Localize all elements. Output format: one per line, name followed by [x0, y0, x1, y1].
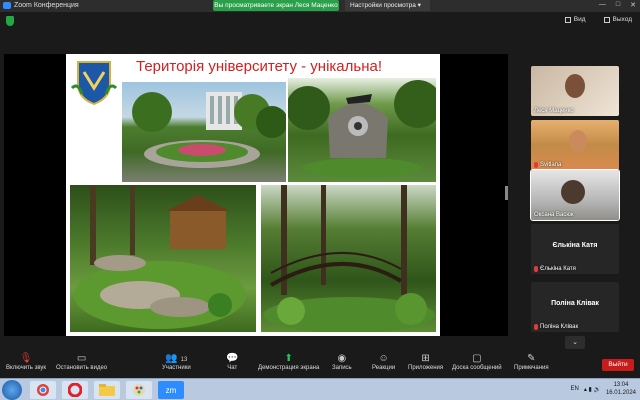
participant-tile[interactable]: Леся Маценко — [531, 66, 619, 116]
apps-icon: ⊞ — [421, 353, 430, 364]
video-label: Остановить видео — [56, 365, 108, 371]
whiteboard-button[interactable]: ▢ Доска сообщений — [452, 353, 502, 371]
share-screen-button[interactable]: ⬆ Демонстрация экрана — [258, 353, 319, 371]
view-options-button[interactable]: Настройки просмотра ▾ — [345, 0, 430, 11]
whiteboard-label: Доска сообщений — [452, 365, 502, 371]
participants-panel: Леся Маценко Svitlana Оксана Васюк Єлькі… — [525, 54, 629, 350]
notes-icon: ✎ — [527, 353, 536, 364]
university-crest-icon — [70, 61, 118, 106]
zoom-logo-icon — [3, 2, 11, 9]
share-screen-label: Демонстрация экрана — [258, 365, 320, 371]
reactions-icon: ☺ — [378, 353, 389, 364]
fullscreen-icon — [603, 16, 610, 23]
start-button-icon[interactable] — [2, 380, 22, 400]
close-button[interactable]: ✕ — [630, 1, 636, 9]
participant-tile[interactable]: Svitlana — [531, 120, 619, 170]
meeting-toolbar: 🎙 Включить звук ▭ Остановить видео 👥 13 Уча… — [0, 350, 640, 378]
apps-label: Приложения — [408, 365, 444, 371]
title-bar: Zoom Конференция Вы просматриваете экран… — [0, 0, 640, 12]
participant-video — [565, 74, 585, 98]
share-banner[interactable]: Вы просматриваете экран Леся Маценко — [213, 0, 339, 11]
chat-icon: 💬 — [226, 353, 239, 364]
window-controls: — □ ✕ — [599, 1, 636, 9]
participants-label: Участники — [162, 365, 191, 371]
record-icon: ◉ — [337, 353, 347, 364]
participants-count: 13 — [180, 357, 188, 363]
unmute-button[interactable]: 🎙 Включить звук — [6, 353, 46, 371]
mic-off-icon: 🎙 — [19, 353, 33, 364]
slide-title: Територія університету - унікальна! — [136, 58, 382, 75]
clock-date: 16.01.2024 — [605, 390, 636, 396]
participant-video — [561, 180, 585, 204]
participant-name: Леся Маценко — [534, 108, 574, 114]
view-options-label: Настройки просмотра — [350, 2, 416, 9]
participant-display-name: Єлькіна Катя — [552, 242, 598, 249]
exit-fullscreen-button[interactable]: Выход — [603, 16, 632, 23]
minimize-button[interactable]: — — [599, 1, 606, 9]
notes-button[interactable]: ✎ Примечания — [514, 353, 549, 371]
tray-icons: ▴ ▮ 🔊 — [583, 386, 601, 393]
apps-button[interactable]: ⊞ Приложения — [408, 353, 443, 371]
view-label: Вид — [573, 16, 586, 23]
participant-display-name: Поліна Клівак — [551, 300, 599, 307]
photo-park-bridge — [261, 185, 436, 332]
view-controls: Вид Выход — [564, 16, 632, 23]
system-tray: EN ▴ ▮ 🔊 13:04 16.01.2024 — [571, 381, 637, 397]
unmute-label: Включить звук — [6, 365, 47, 371]
paint-icon[interactable] — [126, 381, 152, 399]
panel-resize-handle[interactable] — [505, 186, 508, 200]
video-button[interactable]: ▭ Остановить видео — [56, 353, 107, 371]
end-meeting-button[interactable]: Выйти — [602, 359, 634, 371]
whiteboard-icon: ▢ — [472, 353, 482, 364]
windows-taskbar: zm EN ▴ ▮ 🔊 13:04 16.01.2024 — [0, 378, 640, 400]
share-screen-icon: ⬆ — [284, 353, 293, 364]
meeting-topbar: Вид Выход — [0, 12, 640, 30]
participant-tile[interactable]: Оксана Васюк — [530, 169, 620, 221]
reactions-button[interactable]: ☺ Реакции — [372, 353, 395, 371]
participant-tile[interactable]: Поліна Клівак Поліна Клівак — [531, 282, 619, 332]
participant-name: Svitlana — [534, 162, 561, 168]
chevron-down-icon[interactable]: ⌄ — [565, 336, 585, 349]
muted-mic-icon — [534, 324, 538, 330]
grid-icon — [564, 16, 571, 23]
shield-icon[interactable] — [6, 16, 14, 26]
reactions-label: Реакции — [372, 365, 396, 371]
opera-icon[interactable] — [62, 381, 88, 399]
record-label: Запись — [332, 365, 352, 371]
maximize-button[interactable]: □ — [616, 1, 620, 9]
chat-label: Чат — [227, 365, 238, 371]
participant-name: Оксана Васюк — [534, 212, 574, 218]
zoom-taskbar-label: zm — [165, 385, 177, 395]
presentation-slide: Територія університету - унікальна! — [66, 54, 440, 336]
participants-button[interactable]: 👥 13 Участники — [162, 353, 191, 371]
view-button[interactable]: Вид — [564, 16, 586, 23]
muted-mic-icon — [534, 162, 538, 168]
participant-name: Поліна Клівак — [534, 324, 578, 330]
participant-name: Єлькіна Катя — [534, 266, 576, 272]
clock-time: 13:04 — [613, 382, 629, 388]
chat-button[interactable]: 💬 Чат — [226, 353, 238, 371]
chrome-icon[interactable] — [30, 381, 56, 399]
clock[interactable]: 13:04 16.01.2024 — [606, 381, 636, 397]
photo-rock-garden — [70, 185, 256, 332]
photo-owl-sculpture — [288, 78, 436, 182]
record-button[interactable]: ◉ Запись — [332, 353, 352, 371]
muted-mic-icon — [534, 266, 538, 272]
explorer-icon[interactable] — [94, 381, 120, 399]
people-icon: 👥 13 — [165, 353, 188, 364]
exit-label: Выход — [612, 16, 632, 23]
app-title: Zoom Конференция — [3, 2, 79, 9]
participant-video — [569, 130, 587, 152]
participant-tile[interactable]: Єлькіна Катя Єлькіна Катя — [531, 224, 619, 274]
photo-campus-building — [122, 82, 286, 182]
notes-label: Примечания — [514, 365, 549, 371]
window-title: Zoom Конференция — [14, 2, 79, 9]
video-icon: ▭ — [76, 353, 87, 364]
zoom-taskbar-icon[interactable]: zm — [158, 381, 184, 399]
language-indicator[interactable]: EN — [571, 386, 579, 392]
